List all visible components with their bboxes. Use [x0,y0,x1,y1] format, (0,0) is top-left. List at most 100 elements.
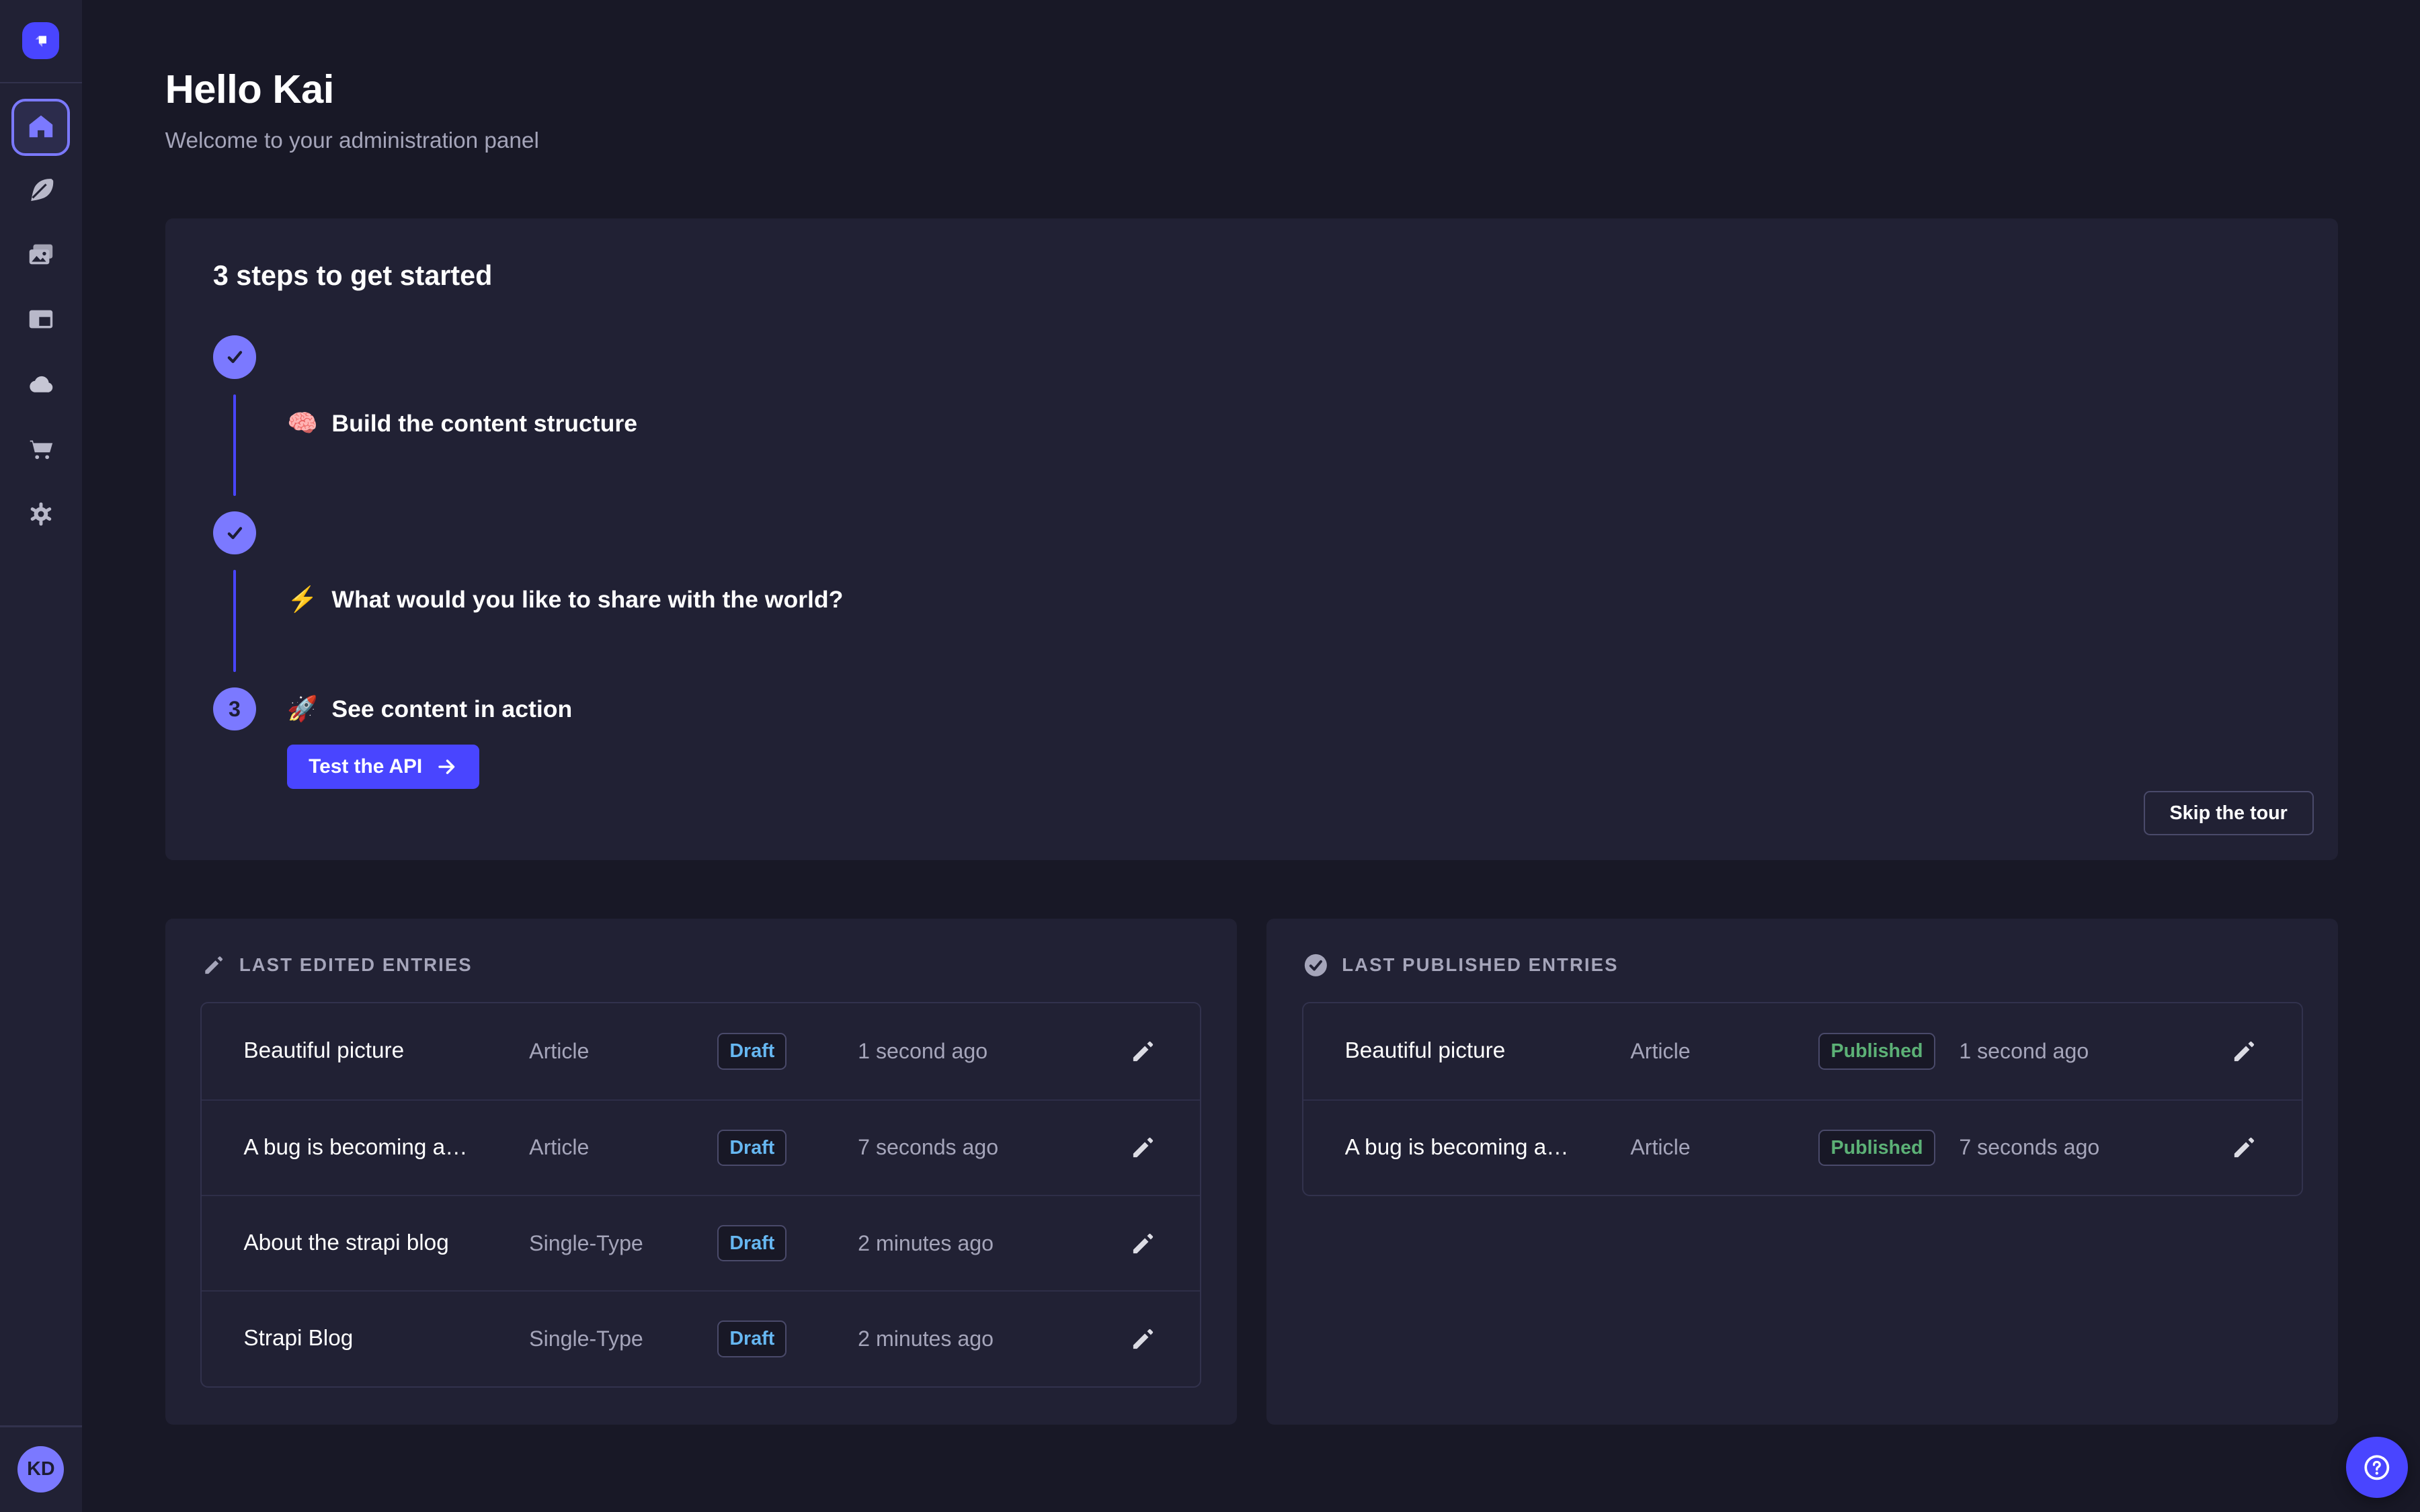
tour-steps: 🧠 Build the content structure ⚡ What wou… [213,335,2290,730]
edit-entry-button[interactable] [2227,1034,2261,1068]
edit-entry-button[interactable] [1126,1226,1160,1261]
brain-emoji: 🧠 [287,402,318,445]
pencil-icon [1130,1038,1156,1064]
pencil-icon [1130,1326,1156,1352]
entry-type: Article [1630,1039,1818,1064]
status-badge: Draft [717,1130,787,1166]
table-row: Beautiful picture Article Draft 1 second… [202,1003,1200,1099]
entry-title: A bug is becoming a… [243,1135,529,1161]
entry-action-cell [2222,1131,2302,1165]
entry-status-cell: Published [1818,1033,1959,1069]
panel-title: LAST PUBLISHED ENTRIES [1342,954,1618,976]
step-label: 🚀 See content in action [287,687,572,730]
entry-status-cell: Draft [717,1130,858,1166]
sidebar-item-deploy[interactable] [16,360,65,409]
check-icon [223,345,246,368]
tour-title: 3 steps to get started [213,259,2290,293]
main-content: Hello Kai Welcome to your administration… [82,0,2420,1512]
sidebar-item-home[interactable] [11,99,70,156]
home-icon [26,112,56,142]
entry-status-cell: Draft [717,1033,858,1069]
pencil-icon [2231,1038,2257,1064]
entry-status-cell: Published [1818,1130,1959,1166]
edit-entry-button[interactable] [1126,1034,1160,1068]
entries-table: Beautiful picture Article Draft 1 second… [200,1002,1201,1387]
user-avatar[interactable]: KD [17,1446,64,1493]
entry-time: 7 seconds ago [858,1135,1120,1160]
logo-area [0,0,82,82]
entry-time: 1 second ago [858,1039,1120,1064]
entry-type: Single-Type [529,1231,717,1256]
entry-title: Beautiful picture [243,1038,529,1064]
step-3-body: 🚀 See content in action [287,687,572,730]
test-api-button[interactable]: Test the API [287,745,479,790]
step-done-indicator [213,511,256,554]
page-subtitle: Welcome to your administration panel [165,128,2339,154]
step-number-indicator: 3 [213,687,256,730]
status-badge: Draft [717,1320,787,1357]
gear-icon [26,499,56,530]
entry-title: A bug is becoming a… [1345,1135,1631,1161]
status-badge: Published [1818,1033,1935,1069]
panel-last-edited: LAST EDITED ENTRIES Beautiful picture Ar… [165,919,1238,1425]
step-label: 🧠 Build the content structure [287,335,637,511]
entry-time: 2 minutes ago [858,1327,1120,1351]
page-title: Hello Kai [165,65,2339,114]
question-mark-icon [2362,1453,2392,1482]
edit-entry-button[interactable] [1126,1322,1160,1356]
panel-header: LAST PUBLISHED ENTRIES [1302,953,2303,978]
entry-type: Article [529,1135,717,1160]
status-badge: Draft [717,1033,787,1069]
pencil-icon [1130,1230,1156,1257]
entry-title: About the strapi blog [243,1230,529,1256]
entry-action-cell [2222,1034,2302,1068]
panel-header: LAST EDITED ENTRIES [200,953,1201,978]
edit-entry-button[interactable] [1126,1131,1160,1165]
table-row: A bug is becoming a… Article Published 7… [1303,1099,2302,1195]
strapi-admin-homepage: KD Hello Kai Welcome to your administrat… [0,0,2420,1512]
entry-time: 7 seconds ago [1959,1135,2221,1160]
entry-title: Strapi Blog [243,1326,529,1351]
help-button[interactable] [2346,1437,2408,1499]
tour-step-1: 🧠 Build the content structure [213,335,2290,511]
tour-step-2: ⚡ What would you like to share with the … [213,511,2290,687]
sidebar-nav [0,83,82,554]
entry-status-cell: Draft [717,1225,858,1261]
panel-last-published: LAST PUBLISHED ENTRIES Beautiful picture… [1266,919,2339,1425]
entry-type: Article [529,1039,717,1064]
strapi-logo[interactable] [22,22,59,59]
main-navigation: KD [0,0,82,1512]
sidebar-item-media-library[interactable] [16,230,65,279]
pencil-icon [2231,1134,2257,1161]
tour-step-3: 3 🚀 See content in action [213,687,2290,730]
table-row: Beautiful picture Article Published 1 se… [1303,1003,2302,1099]
entry-type: Single-Type [529,1327,717,1351]
skip-tour-button[interactable]: Skip the tour [2144,791,2314,836]
entries-table: Beautiful picture Article Published 1 se… [1302,1002,2303,1196]
pencil-icon [202,954,225,976]
entry-status-cell: Draft [717,1320,858,1357]
sidebar-item-marketplace[interactable] [16,424,65,473]
check-circle-icon [1303,953,1328,978]
strapi-logo-icon [30,30,52,52]
edit-entry-button[interactable] [2227,1131,2261,1165]
entry-action-cell [1120,1322,1200,1356]
feather-icon [26,174,56,205]
rocket-emoji: 🚀 [287,687,318,730]
entry-title: Beautiful picture [1345,1038,1631,1064]
step-label: ⚡ What would you like to share with the … [287,511,843,687]
check-icon [223,521,246,544]
images-icon [26,239,56,270]
sidebar-item-content-manager[interactable] [16,294,65,343]
table-row: A bug is becoming a… Article Draft 7 sec… [202,1099,1200,1195]
sidebar-item-content-type-builder[interactable] [16,165,65,214]
pencil-icon [1130,1134,1156,1161]
entry-action-cell [1120,1226,1200,1261]
entries-panels: LAST EDITED ENTRIES Beautiful picture Ar… [165,919,2339,1425]
entry-action-cell [1120,1131,1200,1165]
entry-type: Article [1630,1135,1818,1160]
table-row: Strapi Blog Single-Type Draft 2 minutes … [202,1290,1200,1386]
sidebar-item-settings[interactable] [16,489,65,538]
lightning-emoji: ⚡ [287,578,318,621]
entry-action-cell [1120,1034,1200,1068]
